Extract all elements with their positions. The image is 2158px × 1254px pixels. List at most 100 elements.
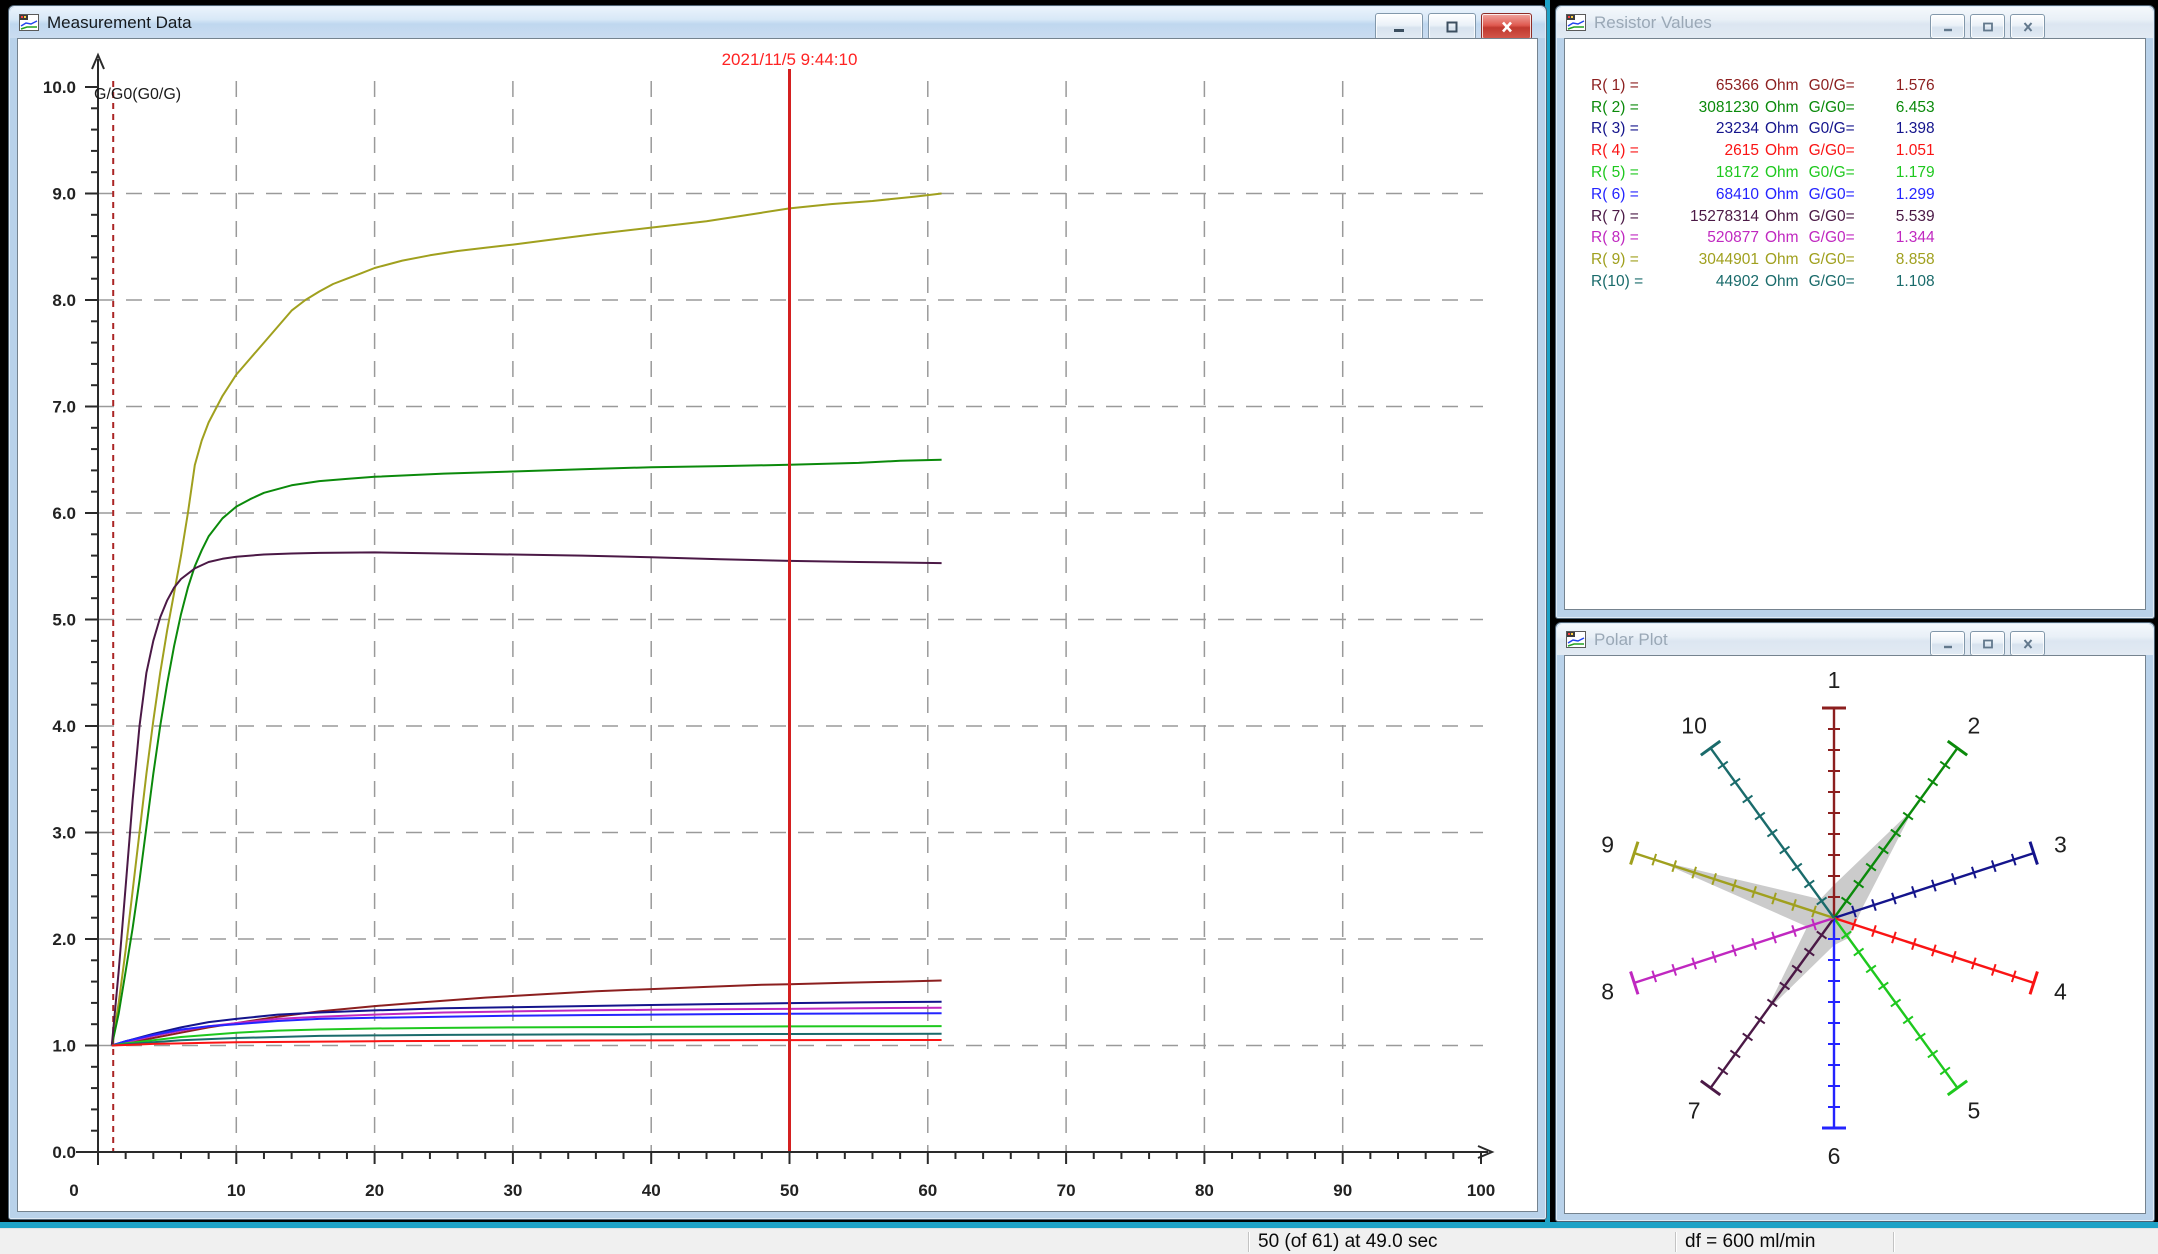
resistor-titlebar[interactable]: Resistor Values [1557, 7, 2153, 38]
minimize-button[interactable] [1930, 631, 1965, 656]
polar-plot-area: 12345678910 [1564, 655, 2146, 1214]
polar-axis-label: 9 [1601, 831, 1614, 857]
resistor-row-unit: Ohm [1759, 208, 1809, 226]
resistor-list-area: R( 1) =65366OhmG0/G=1.576R( 2) =3081230O… [1564, 38, 2146, 610]
polar-axis-endcap [1948, 1081, 1967, 1095]
resistor-row-unit: Ohm [1759, 142, 1809, 160]
y-tick-label: 3.0 [52, 824, 76, 843]
polar-axis-label: 8 [1601, 979, 1614, 1005]
y-tick-label: 6.0 [52, 504, 76, 523]
polar-axis-tick [1804, 880, 1814, 887]
resistor-row-ratio: 1.398 [1867, 120, 1935, 138]
maximize-button[interactable] [1970, 631, 2005, 656]
polar-axis-tick [1718, 762, 1728, 769]
timestamp-label: 2021/11/5 9:44:10 [722, 50, 858, 69]
polar-axis-tick [1940, 1067, 1950, 1074]
resistor-list: R( 1) =65366OhmG0/G=1.576R( 2) =3081230O… [1565, 39, 2145, 293]
polar-axis-label: 7 [1688, 1098, 1701, 1124]
measurement-chart[interactable]: 2021/11/5 9:44:100.01.02.03.04.05.06.07.… [18, 39, 1535, 1209]
x-tick-label: 30 [503, 1181, 522, 1200]
resistor-row-ratio-label: G0/G= [1809, 77, 1867, 95]
polar-axis-tick [1891, 999, 1901, 1006]
resistor-row: R(10) =44902OhmG/G0=1.108 [1591, 271, 2145, 293]
resistor-row-ratio-label: G/G0= [1809, 251, 1867, 269]
polar-axis-label: 4 [2054, 979, 2067, 1005]
resistor-row: R( 2) =3081230OhmG/G0=6.453 [1591, 97, 2145, 119]
resistor-row-ratio-label: G/G0= [1809, 142, 1867, 160]
polar-axis-tick [1866, 965, 1876, 972]
resistor-row-unit: Ohm [1759, 229, 1809, 247]
resistor-row-ohms: 2615 [1659, 142, 1759, 160]
polar-plot-window: Polar Plot 12345678910 [1555, 622, 2155, 1222]
polar-axis-endcap [1701, 1081, 1720, 1095]
polar-axis-tick [1718, 1067, 1728, 1074]
y-axis-title: G/G0(G0/G) [94, 86, 181, 103]
resistor-row-name: R(10) = [1591, 273, 1659, 291]
status-divider [1675, 1232, 1677, 1252]
resistor-row-unit: Ohm [1759, 99, 1809, 117]
resistor-row: R( 7) =15278314OhmG/G0=5.539 [1591, 206, 2145, 228]
y-tick-label: 4.0 [52, 717, 76, 736]
resistor-row-name: R( 8) = [1591, 229, 1659, 247]
resistor-row-ratio-label: G/G0= [1809, 186, 1867, 204]
x-tick-label: 10 [227, 1181, 246, 1200]
close-button[interactable] [1481, 13, 1532, 40]
resistor-row-ratio: 1.051 [1867, 142, 1935, 160]
resistor-row-name: R( 4) = [1591, 142, 1659, 160]
polar-chart[interactable]: 12345678910 [1565, 656, 2143, 1211]
resistor-row-ohms: 3044901 [1659, 251, 1759, 269]
resistor-row: R( 3) =23234OhmG0/G=1.398 [1591, 119, 2145, 141]
polar-axis-label: 6 [1828, 1143, 1841, 1169]
resistor-row-ratio-label: G/G0= [1809, 208, 1867, 226]
resistor-window-title: Resistor Values [1594, 13, 1712, 33]
resistor-row-ohms: 15278314 [1659, 208, 1759, 226]
status-divider [1248, 1232, 1250, 1252]
resistor-row-ratio: 1.299 [1867, 186, 1935, 204]
polar-axis-tick [1916, 1033, 1926, 1040]
y-tick-label: 8.0 [52, 291, 76, 310]
measurement-window-title: Measurement Data [47, 13, 192, 33]
resistor-row-ratio: 8.858 [1867, 251, 1935, 269]
resistor-row-name: R( 9) = [1591, 251, 1659, 269]
measurement-titlebar[interactable]: Measurement Data [10, 7, 1545, 38]
maximize-button[interactable] [1970, 14, 2005, 39]
polar-axis-tick [1928, 779, 1938, 786]
polar-axis-tick [1767, 830, 1777, 837]
status-progress: 50 (of 61) at 49.0 sec [1258, 1229, 1438, 1254]
resistor-row-name: R( 1) = [1591, 77, 1659, 95]
y-tick-label: 0.0 [52, 1143, 76, 1162]
close-button[interactable] [2010, 631, 2045, 656]
resistor-row-unit: Ohm [1759, 186, 1809, 204]
minimize-button[interactable] [1930, 14, 1965, 39]
polar-axis-label: 2 [1967, 712, 1980, 738]
polar-axis-tick [1780, 847, 1790, 854]
resistor-row: R( 6) =68410OhmG/G0=1.299 [1591, 184, 2145, 206]
y-tick-label: 7.0 [52, 398, 76, 417]
y-tick-label: 1.0 [52, 1037, 76, 1056]
polar-axis-tick [1755, 1016, 1765, 1023]
maximize-button[interactable] [1428, 13, 1476, 40]
resistor-row-ratio: 1.576 [1867, 77, 1935, 95]
polar-window-title: Polar Plot [1594, 630, 1668, 650]
x-tick-label: 70 [1057, 1181, 1076, 1200]
polar-axis-tick [1916, 796, 1926, 803]
resistor-values-window: Resistor Values R( 1) =65366OhmG0/G=1.57… [1555, 5, 2155, 619]
resistor-row-ohms: 520877 [1659, 229, 1759, 247]
resistor-row-ohms: 68410 [1659, 186, 1759, 204]
app-icon [1566, 631, 1586, 648]
resistor-row: R( 9) =3044901OhmG/G0=8.858 [1591, 249, 2145, 271]
resistor-row: R( 5) =18172OhmG0/G=1.179 [1591, 162, 2145, 184]
close-button[interactable] [2010, 14, 2045, 39]
resistor-row-name: R( 2) = [1591, 99, 1659, 117]
polar-axis-tick [1903, 1016, 1913, 1023]
polar-axis-tick [1743, 796, 1753, 803]
polar-titlebar[interactable]: Polar Plot [1557, 624, 2153, 655]
status-bar: 50 (of 61) at 49.0 sec df = 600 ml/min [0, 1228, 2158, 1254]
x-tick-label: 90 [1333, 1181, 1352, 1200]
measurement-data-window: Measurement Data 2021/11/5 9:44:10 0.0 1.0… [8, 5, 1547, 1220]
minimize-button[interactable] [1375, 13, 1423, 40]
polar-axis-tick [1854, 948, 1864, 955]
resistor-row-ratio: 1.108 [1867, 273, 1935, 291]
measurement-chart-area: 2021/11/5 9:44:100.01.02.03.04.05.06.07.… [17, 38, 1538, 1212]
resistor-row-ratio-label: G/G0= [1809, 99, 1867, 117]
